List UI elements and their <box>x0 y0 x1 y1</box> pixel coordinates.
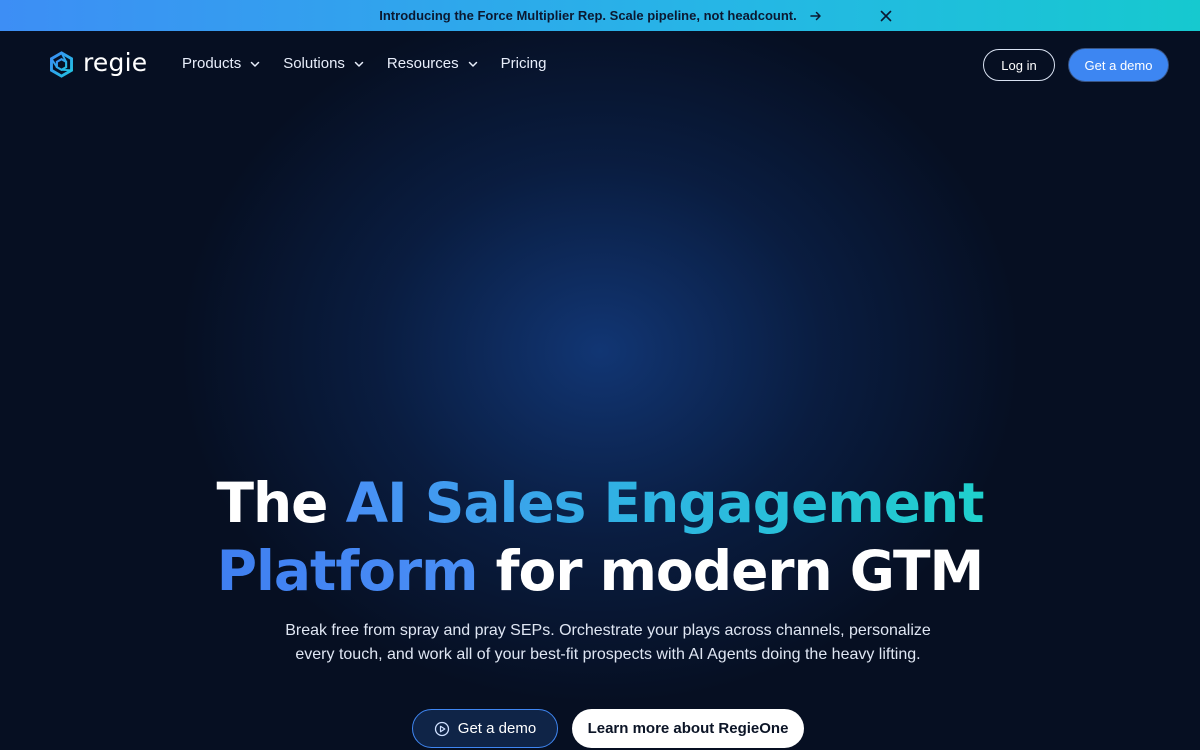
chevron-down-icon <box>250 61 260 67</box>
hero-cta-row: Get a demo Learn more about RegieOne <box>0 709 1200 749</box>
menu-item-label: Products <box>182 55 242 72</box>
hero-subtitle: Break free from spray and pray SEPs. Orc… <box>285 622 931 663</box>
menu-item-label: Resources <box>386 55 459 72</box>
get-demo-button[interactable]: Get a demo <box>1069 49 1168 81</box>
menu-item-resources[interactable]: Resources <box>387 55 479 72</box>
logo[interactable]: regie <box>48 48 148 79</box>
page-body: regie Products Solutions Resources Prici… <box>0 31 1200 750</box>
chevron-down-icon <box>468 61 477 67</box>
hero-get-demo-label: Get a demo <box>457 720 537 737</box>
chevron-down-icon <box>354 61 364 67</box>
learn-more-button[interactable]: Learn more about RegieOne <box>572 709 804 748</box>
hero-get-demo-button[interactable]: Get a demo <box>412 709 558 748</box>
arrow-right-icon[interactable] <box>809 9 823 23</box>
announcement-text[interactable]: Introducing the Force Multiplier Rep. Sc… <box>379 8 796 23</box>
close-icon[interactable] <box>878 8 894 24</box>
hero-title-highlight: AI Sales Engagement <box>345 471 985 535</box>
login-button[interactable]: Log in <box>983 49 1055 81</box>
logo-text: regie <box>83 48 148 77</box>
hero-title-part: The <box>216 471 346 535</box>
hero-title-highlight: Platform <box>216 539 479 603</box>
announcement-bar[interactable]: Introducing the Force Multiplier Rep. Sc… <box>0 0 1200 31</box>
regie-logo-icon <box>50 51 73 78</box>
top-nav: regie Products Solutions Resources Prici… <box>0 31 1200 97</box>
play-circle-icon <box>434 721 449 736</box>
hero-title: The AI Sales Engagement Platform for mode… <box>0 469 1200 605</box>
menu-item-solutions[interactable]: Solutions <box>283 55 365 72</box>
menu-item-products[interactable]: Products <box>182 55 261 72</box>
menu-item-pricing[interactable]: Pricing <box>501 55 547 72</box>
main-menu: Products Solutions Resources Pricing <box>182 55 568 72</box>
menu-item-label: Solutions <box>283 55 345 72</box>
menu-item-label: Pricing <box>500 55 547 72</box>
hero-title-part: for modern GTM <box>477 539 985 603</box>
